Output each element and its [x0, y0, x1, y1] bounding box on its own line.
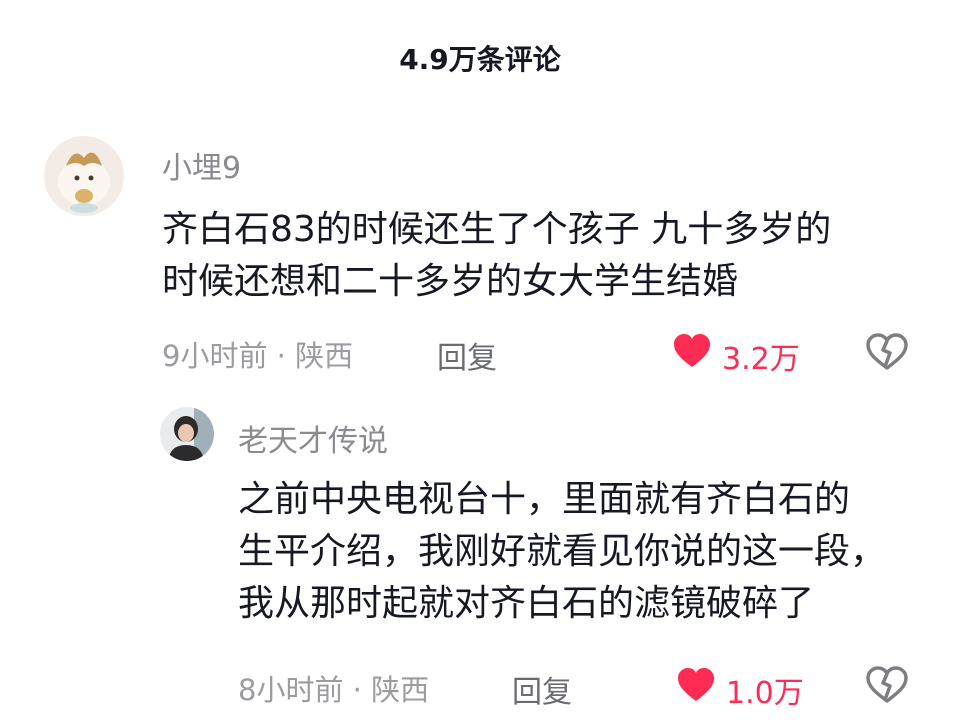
comment-username[interactable]: 老天才传说: [238, 416, 388, 460]
heart-icon[interactable]: [672, 333, 712, 369]
comment-meta: 8小时前 · 陕西: [238, 673, 430, 707]
broken-heart-icon[interactable]: [865, 333, 909, 371]
avatar[interactable]: [44, 136, 124, 216]
comment-text: 齐白石83的时候还生了个孩子 九十多岁的 时候还想和二十多岁的女大学生结婚: [162, 209, 832, 302]
comment-username[interactable]: 小埋9: [162, 143, 241, 187]
like-count: 1.0万: [726, 676, 804, 711]
like-count: 3.2万: [722, 342, 800, 377]
comment-count-title: 4.9万条评论: [399, 43, 561, 76]
reply-button[interactable]: 回复: [512, 667, 572, 711]
heart-icon[interactable]: [676, 667, 716, 703]
broken-heart-icon[interactable]: [865, 666, 909, 704]
comment-meta: 9小时前 · 陕西: [162, 339, 354, 373]
comment-text: 之前中央电视台十，里面就有齐白石的 生平介绍，我刚好就看见你说的这一段， 我从那…: [238, 479, 887, 624]
reply-button[interactable]: 回复: [437, 333, 497, 377]
avatar[interactable]: [160, 407, 214, 461]
